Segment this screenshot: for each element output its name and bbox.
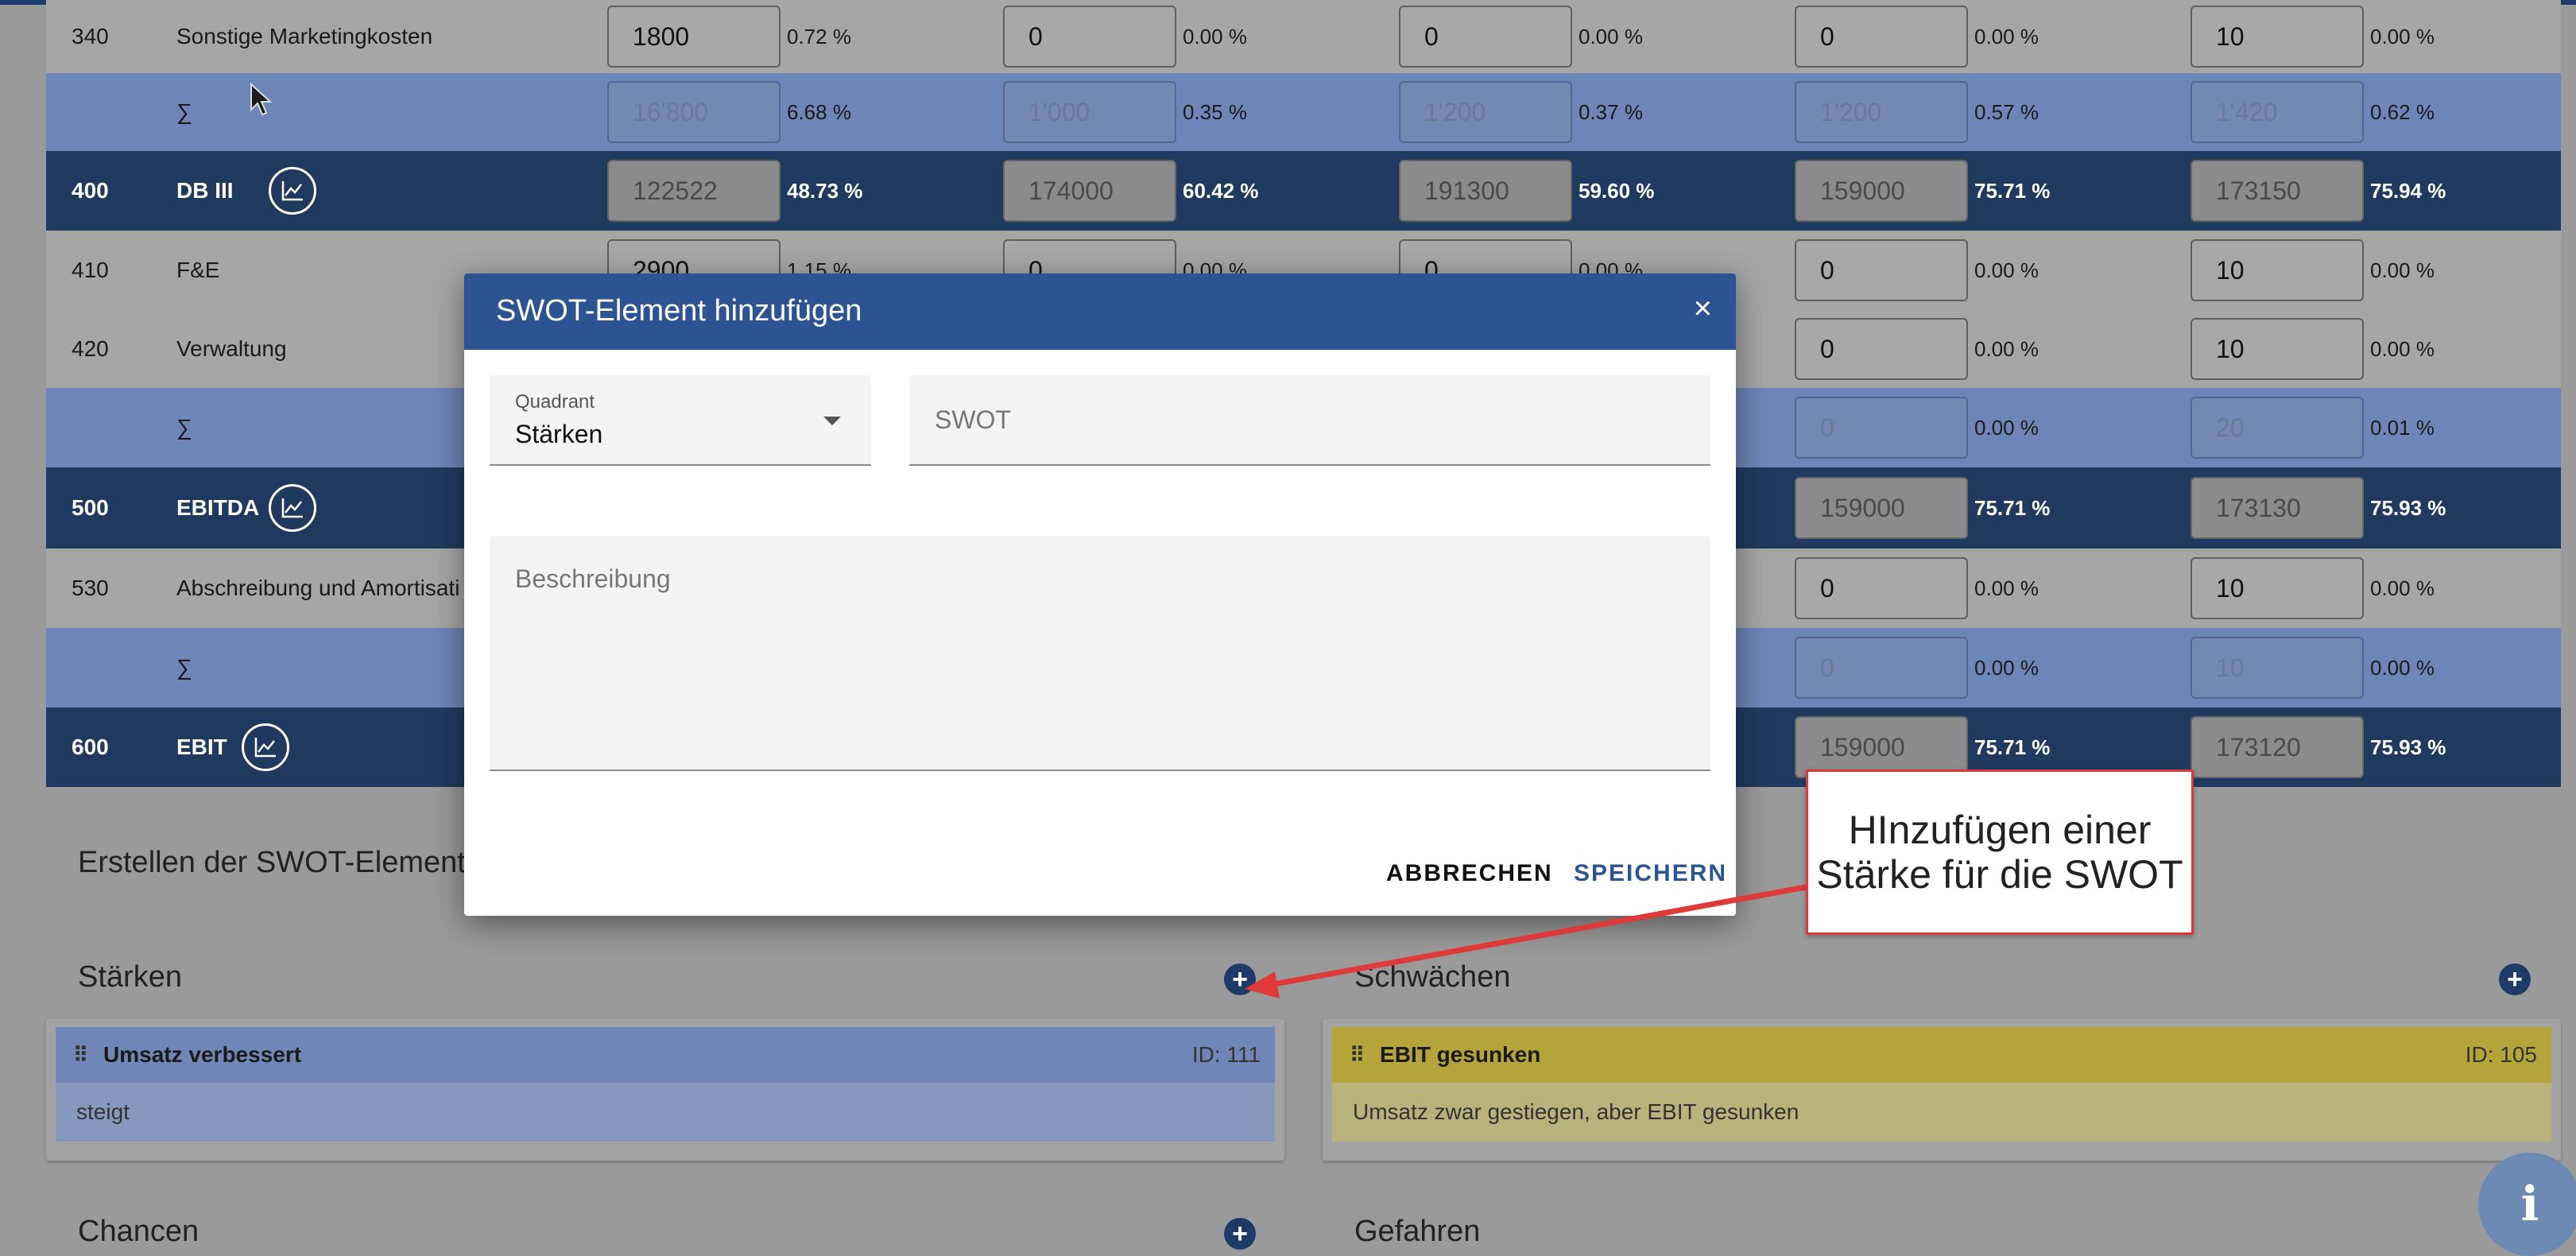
callout-line-1: HInzufügen einer	[1848, 808, 2152, 852]
annotation-arrow-head	[1245, 971, 1280, 998]
annotation-arrow-line	[1265, 884, 1807, 989]
annotation-callout: HInzufügen einer Stärke für die SWOT	[1806, 769, 2194, 935]
annotation-arrow	[1245, 884, 1807, 998]
callout-line-2: Stärke für die SWOT	[1816, 852, 2183, 897]
